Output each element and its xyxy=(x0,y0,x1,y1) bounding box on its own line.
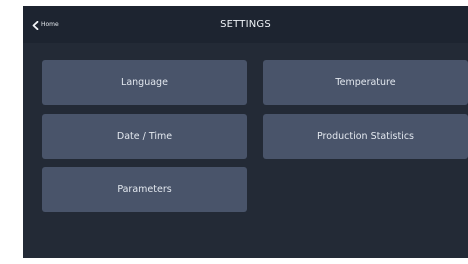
temperature-button-label: Temperature xyxy=(335,77,396,88)
language-button-label: Language xyxy=(121,77,168,88)
parameters-button-label: Parameters xyxy=(117,184,172,195)
date-time-button-label: Date / Time xyxy=(116,131,173,142)
production-statistics-button-label: Production Statistics xyxy=(317,131,414,142)
header-bar: Home SETTINGS xyxy=(23,6,468,43)
language-button[interactable]: Language xyxy=(42,60,247,105)
production-statistics-button[interactable]: Production Statistics xyxy=(263,114,468,159)
temperature-button[interactable]: Temperature xyxy=(263,60,468,105)
settings-screen: Home SETTINGS Language Temperature Date … xyxy=(23,6,468,258)
date-time-button[interactable]: Date / Time xyxy=(42,114,247,159)
page-title: SETTINGS xyxy=(220,19,271,30)
parameters-button[interactable]: Parameters xyxy=(42,167,247,212)
